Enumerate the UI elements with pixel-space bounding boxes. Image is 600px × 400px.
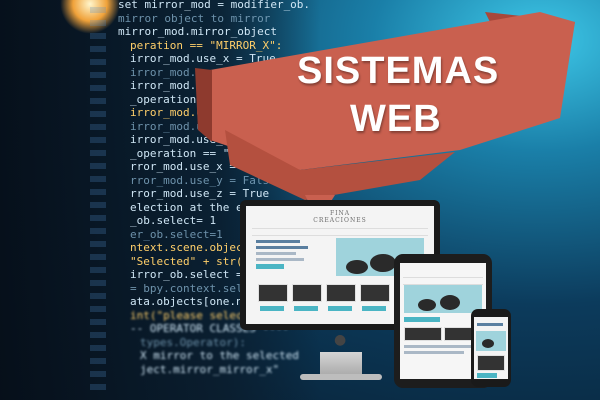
site-brand: FINA CREACIONES — [313, 210, 367, 224]
phone-screen — [474, 317, 508, 379]
smartphone-device — [471, 309, 511, 387]
ribbon-shadow-edge — [195, 68, 212, 142]
monitor-stand — [320, 352, 362, 376]
hero-banner: set mirror_mod = modifier_ob. mirror obje… — [0, 0, 600, 400]
site-nav — [252, 228, 428, 236]
title-line-1: SISTEMAS — [297, 50, 500, 92]
title-line-2: WEB — [350, 98, 442, 140]
monitor-base — [300, 374, 382, 380]
apple-logo-icon: ● — [334, 332, 347, 348]
tablet-hero-image — [404, 285, 482, 313]
site-hero-text — [256, 240, 316, 270]
